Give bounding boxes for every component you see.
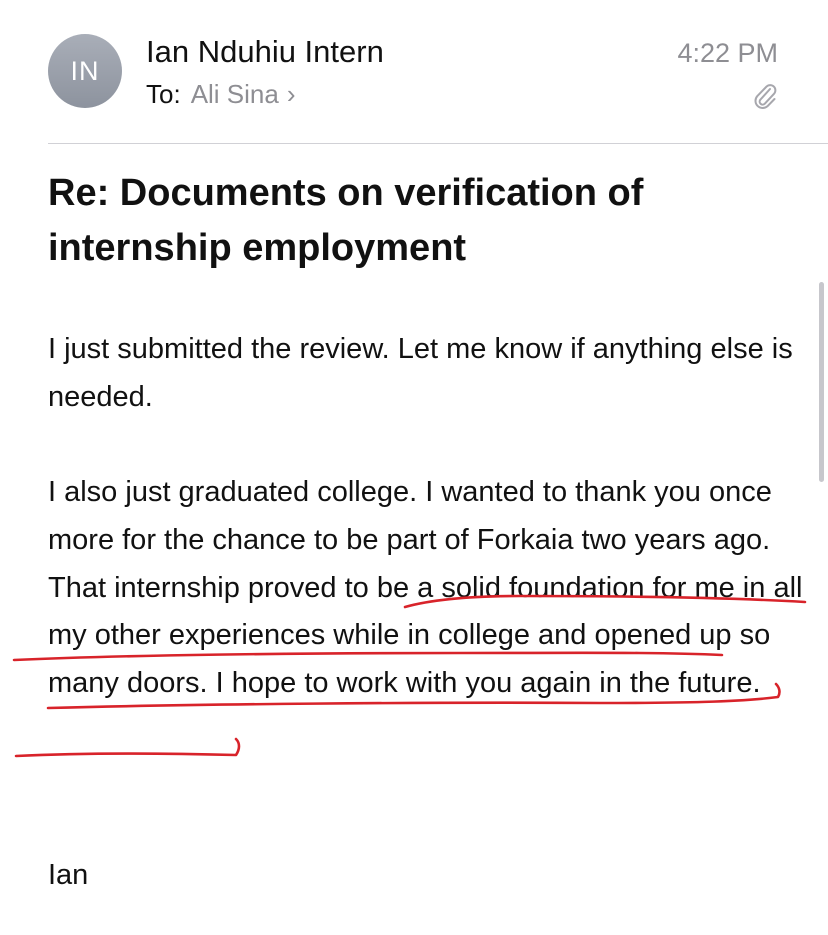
scrollbar[interactable]	[819, 282, 824, 482]
email-time: 4:22 PM	[677, 38, 778, 68]
avatar-initials: IN	[70, 55, 100, 86]
recipient-line[interactable]: To: Ali Sina ›	[146, 79, 296, 110]
underline-stroke-4	[14, 737, 241, 758]
paperclip-icon	[754, 84, 777, 109]
signature: Ian	[48, 859, 89, 891]
avatar[interactable]: IN	[48, 34, 122, 108]
body-paragraph-1: I just submitted the review. Let me know…	[48, 333, 793, 413]
header-divider	[48, 143, 828, 144]
recipient-name[interactable]: Ali Sina	[191, 79, 279, 109]
email-subject: Re: Documents on verification of interns…	[48, 172, 644, 269]
body-paragraph-2: I also just graduated college. I wanted …	[48, 476, 803, 700]
to-label: To:	[146, 79, 181, 109]
red-underline-annotations	[12, 594, 807, 758]
chevron-right-icon: ›	[286, 79, 296, 109]
sender-name[interactable]: Ian Nduhiu Intern	[146, 34, 384, 70]
email-view: IN Ian Nduhiu Intern To: Ali Sina › 4:22 P…	[0, 0, 828, 935]
